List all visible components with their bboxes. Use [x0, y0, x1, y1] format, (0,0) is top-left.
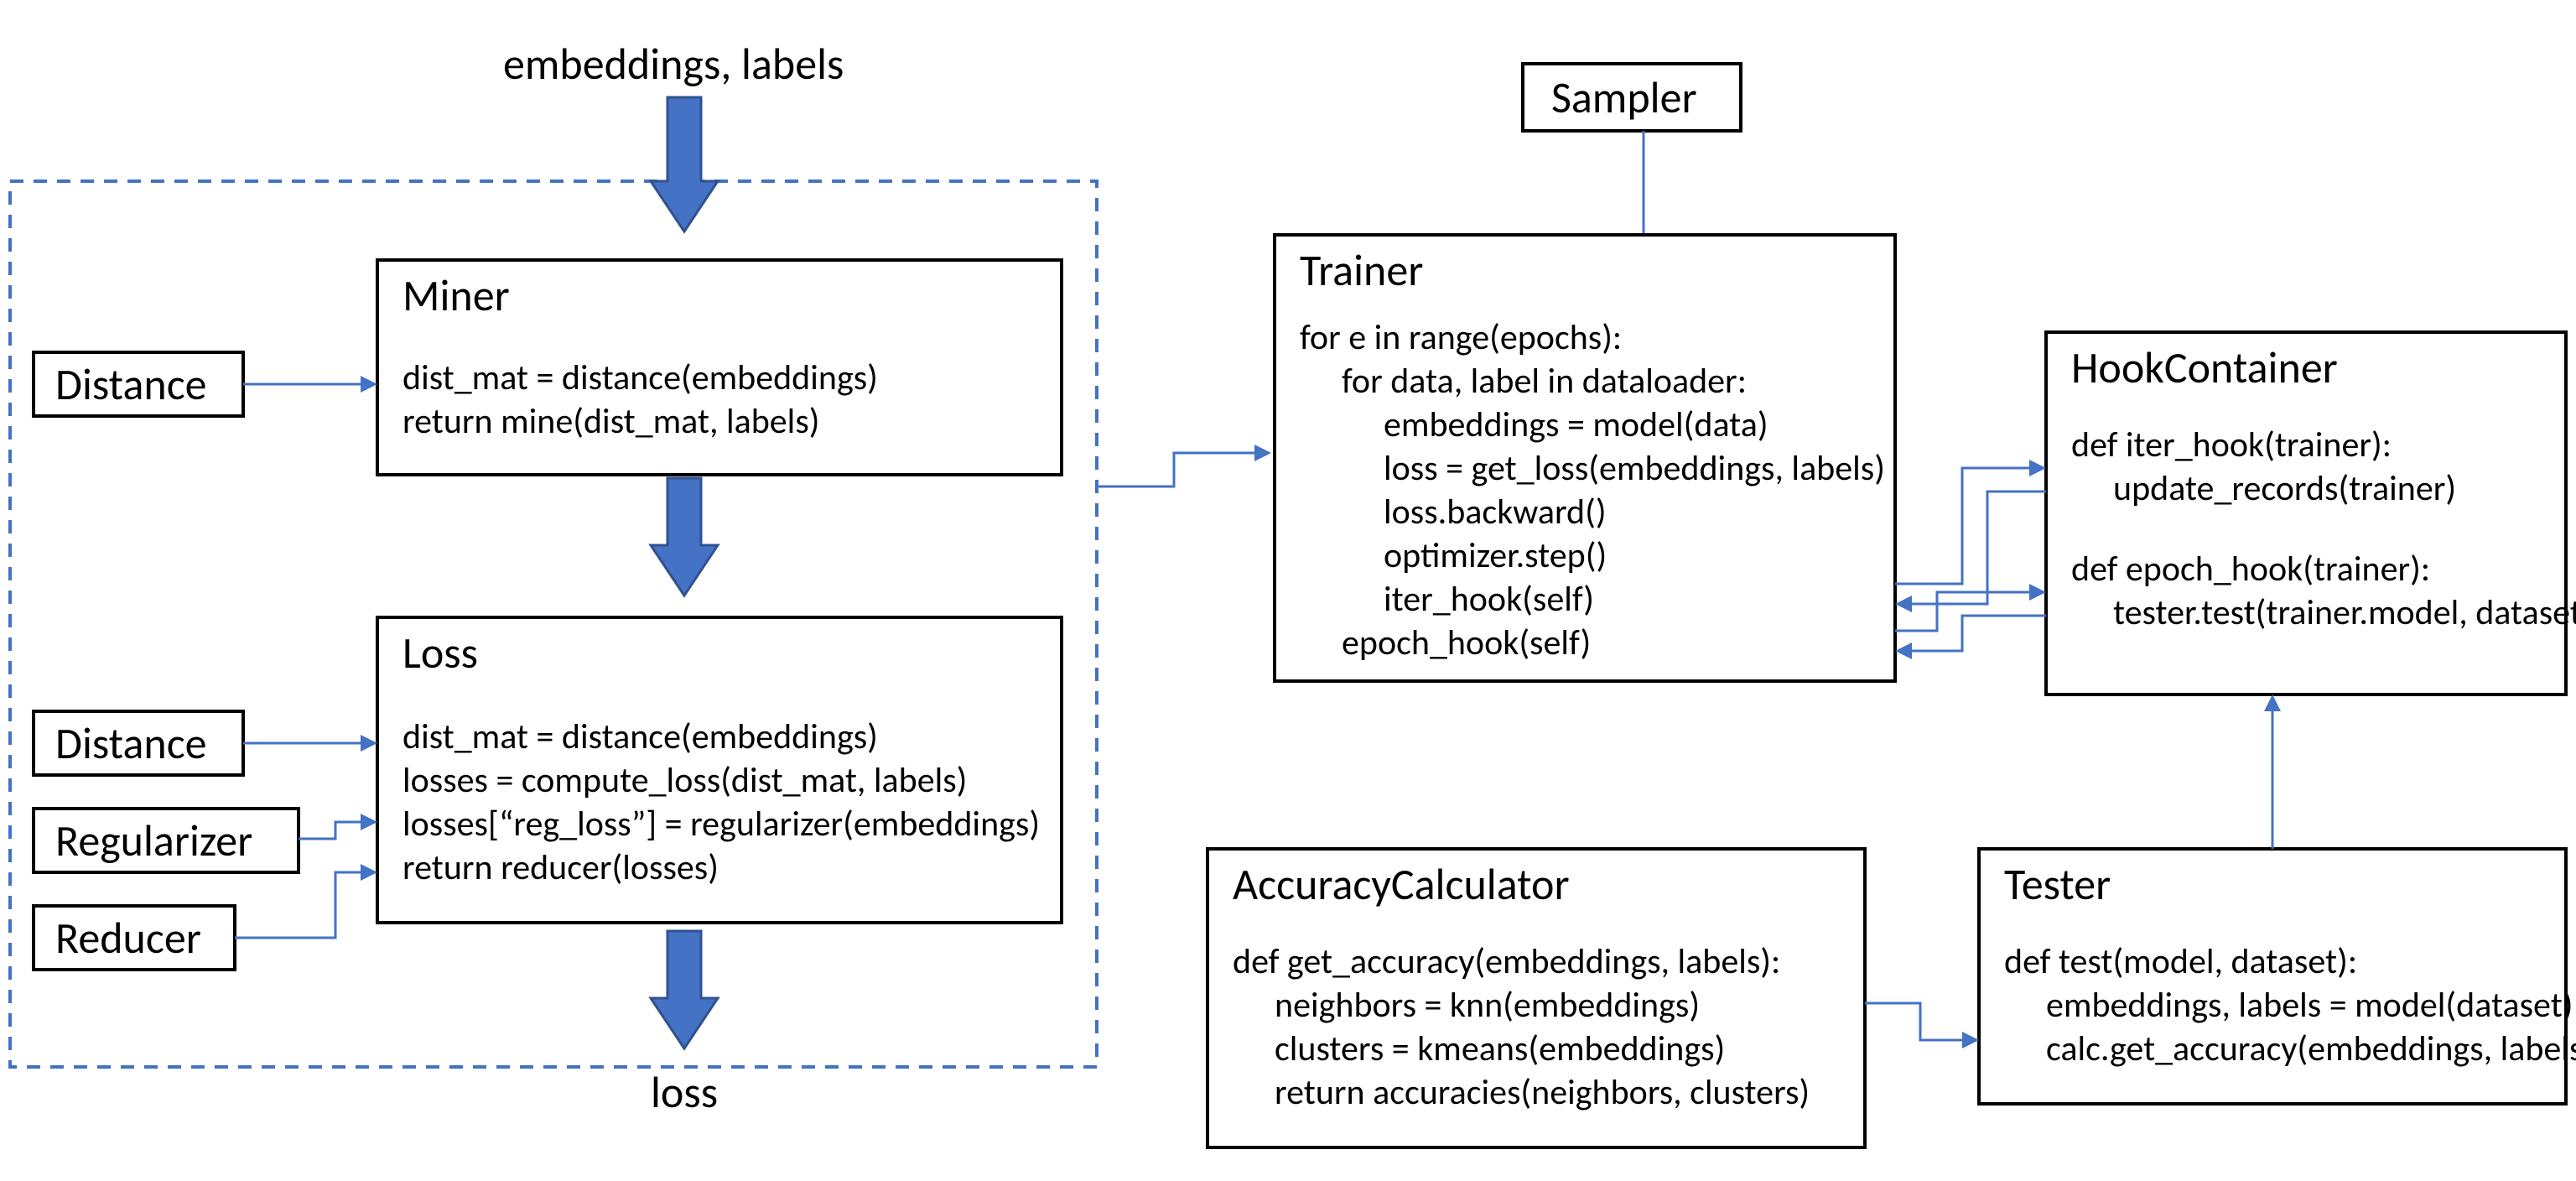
tester-line3: calc.get_accuracy(embeddings, labels)	[2046, 1028, 2576, 1070]
trainer-title: Trainer	[1300, 243, 1423, 297]
trainer-line4: loss = get_loss(embeddings, labels)	[1384, 447, 1885, 490]
accuracy-title: AccuracyCalculator	[1233, 857, 1570, 911]
arrow-iterhook-to-hook	[1895, 468, 2029, 584]
arrow-regularizer-to-loss-head	[361, 814, 377, 830]
tester-line1: def test(model, dataset):	[2004, 940, 2357, 983]
miner-title: Miner	[402, 268, 510, 322]
regularizer-title: Regularizer	[55, 814, 252, 867]
hook-line3: def epoch_hook(trainer):	[2071, 548, 2430, 590]
arrow-embeddings-to-miner	[651, 97, 718, 232]
input-label: embeddings, labels	[503, 37, 844, 91]
hook-line2: update_records(trainer)	[2113, 467, 2456, 510]
diagram-canvas: embeddings, labels Miner dist_mat = dist…	[0, 0, 2576, 1181]
arrow-reducer-to-loss	[235, 872, 361, 938]
arrow-hook-to-iterhook	[1912, 492, 2046, 604]
arrow-tester-to-hook-head	[2264, 695, 2281, 711]
arrow-hook-to-iterhook-head	[1895, 596, 1912, 612]
hook-container-title: HookContainer	[2071, 341, 2338, 394]
accuracy-line4: return accuracies(neighbors, clusters)	[1275, 1071, 1810, 1114]
trainer-line5: loss.backward()	[1384, 491, 1607, 533]
arrow-pipeline-to-trainer-head	[1254, 445, 1271, 461]
distance-bottom-title: Distance	[55, 716, 207, 770]
sampler-title: Sampler	[1551, 70, 1697, 124]
arrow-distance-to-loss-head	[361, 735, 377, 752]
tester-line2: embeddings, labels = model(dataset)	[2046, 984, 2573, 1027]
arrow-reducer-to-loss-head	[361, 864, 377, 881]
accuracy-line2: neighbors = knn(embeddings)	[1275, 984, 1700, 1027]
arrow-miner-to-loss	[651, 478, 718, 596]
loss-line1: dist_mat = distance(embeddings)	[402, 715, 878, 758]
arrow-iterhook-to-hook-head	[2029, 460, 2046, 476]
arrow-hook-to-epochhook	[1912, 616, 2046, 651]
trainer-line2: for data, label in dataloader:	[1342, 360, 1747, 403]
arrow-accuracy-to-tester	[1865, 1003, 1962, 1040]
arrow-regularizer-to-loss	[299, 822, 361, 839]
hook-line4: tester.test(trainer.model, dataset)	[2113, 591, 2576, 634]
miner-line1: dist_mat = distance(embeddings)	[402, 356, 878, 399]
output-label: loss	[651, 1065, 718, 1119]
loss-line2: losses = compute_loss(dist_mat, labels)	[402, 759, 967, 802]
reducer-title: Reducer	[55, 911, 201, 965]
hook-line1: def iter_hook(trainer):	[2071, 424, 2392, 466]
arrow-accuracy-to-tester-head	[1962, 1032, 1979, 1048]
arrow-hook-to-epochhook-head	[1895, 643, 1912, 659]
trainer-line1: for e in range(epochs):	[1300, 316, 1622, 359]
accuracy-line1: def get_accuracy(embeddings, labels):	[1233, 940, 1780, 983]
accuracy-line3: clusters = kmeans(embeddings)	[1275, 1028, 1725, 1070]
arrow-pipeline-to-trainer	[1097, 453, 1254, 486]
trainer-line6: optimizer.step()	[1384, 534, 1607, 577]
trainer-line3: embeddings = model(data)	[1384, 403, 1768, 446]
loss-title: Loss	[402, 626, 478, 679]
arrow-loss-to-output	[651, 931, 718, 1048]
trainer-line8: epoch_hook(self)	[1342, 622, 1591, 664]
arrow-distance-to-miner-head	[361, 376, 377, 393]
trainer-line7: iter_hook(self)	[1384, 578, 1594, 621]
loss-line4: return reducer(losses)	[402, 846, 719, 889]
distance-top-title: Distance	[55, 357, 207, 411]
arrow-epochhook-to-hook-head	[2029, 584, 2046, 601]
miner-line2: return mine(dist_mat, labels)	[402, 400, 819, 443]
loss-line3: losses[“reg_loss”] = regularizer(embeddi…	[402, 803, 1040, 845]
tester-title: Tester	[2004, 857, 2111, 911]
